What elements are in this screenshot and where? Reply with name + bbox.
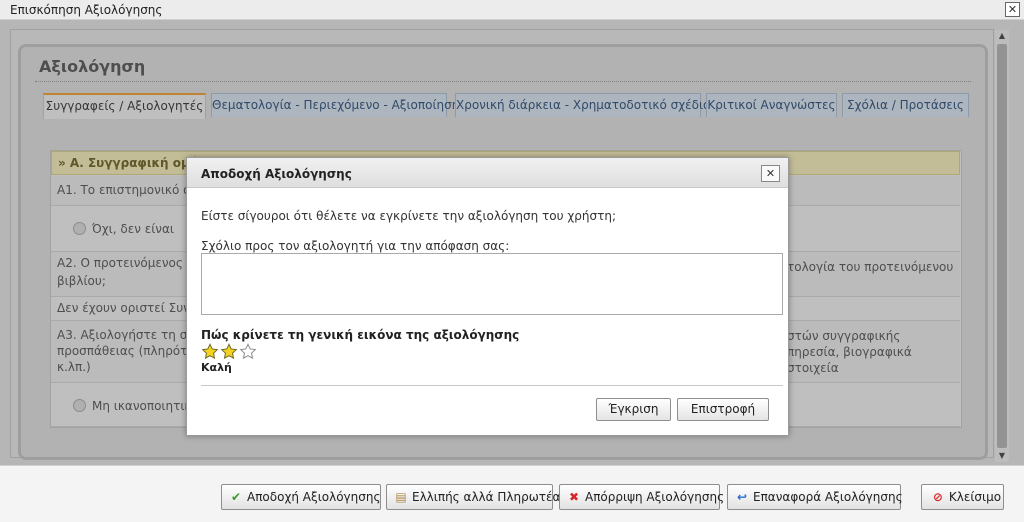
accept-evaluation-dialog: Αποδοχή Αξιολόγησης ✕ Είστε σίγουροι ότι… — [186, 157, 789, 436]
dialog-title: Αποδοχή Αξιολόγησης — [201, 167, 352, 181]
rating-label: Πώς κρίνετε τη γενική εικόνα της αξιολόγ… — [201, 328, 520, 342]
check-icon: ✔ — [230, 490, 242, 504]
button-label: Ελλιπής αλλά Πληρωτέα — [412, 490, 561, 504]
star-filled-icon[interactable] — [201, 343, 219, 360]
window-close-icon[interactable]: ✕ — [1005, 2, 1020, 17]
approve-button[interactable]: Έγκριση — [596, 398, 671, 421]
comment-textarea[interactable] — [201, 253, 783, 315]
button-label: Απόρριψη Αξιολόγησης — [585, 490, 725, 504]
dialog-header: Αποδοχή Αξιολόγησης ✕ — [187, 158, 788, 188]
button-label: Επαναφορά Αξιολόγησης — [753, 490, 903, 504]
button-label: Κλείσιμο — [948, 490, 1002, 504]
dialog-question: Είστε σίγουροι ότι θέλετε να εγκρίνετε τ… — [201, 209, 617, 223]
reject-evaluation-button[interactable]: ✖ Απόρριψη Αξιολόγησης — [559, 484, 724, 510]
accept-evaluation-button[interactable]: ✔ Αποδοχή Αξιολόγησης — [221, 484, 381, 510]
window-title: Επισκόπηση Αξιολόγησης — [10, 3, 163, 17]
no-entry-icon: ⊘ — [932, 490, 943, 504]
window-titlebar: Επισκόπηση Αξιολόγησης ✕ — [0, 0, 1024, 20]
footer-toolbar: ✔ Αποδοχή Αξιολόγησης ▤ Ελλιπής αλλά Πληρω… — [0, 465, 1024, 522]
button-label: Αποδοχή Αξιολόγησης — [247, 490, 381, 504]
undo-icon: ↩ — [736, 490, 748, 504]
back-button[interactable]: Επιστροφή — [677, 398, 769, 421]
star-empty-icon[interactable] — [239, 343, 257, 360]
star-rating[interactable] — [201, 343, 258, 361]
scroll-icon: ▤ — [395, 490, 407, 504]
dialog-divider — [201, 385, 783, 386]
rating-text: Καλή — [201, 361, 232, 374]
restore-evaluation-button[interactable]: ↩ Επαναφορά Αξιολόγησης — [727, 484, 903, 510]
incomplete-payable-button[interactable]: ▤ Ελλιπής αλλά Πληρωτέα — [386, 484, 560, 510]
dialog-close-icon[interactable]: ✕ — [761, 165, 780, 182]
star-filled-icon[interactable] — [220, 343, 238, 360]
comment-label: Σχόλιο προς τον αξιολογητή για την απόφα… — [201, 239, 510, 253]
close-button[interactable]: ⊘ Κλείσιμο — [921, 484, 1004, 510]
cross-icon: ✖ — [568, 490, 580, 504]
